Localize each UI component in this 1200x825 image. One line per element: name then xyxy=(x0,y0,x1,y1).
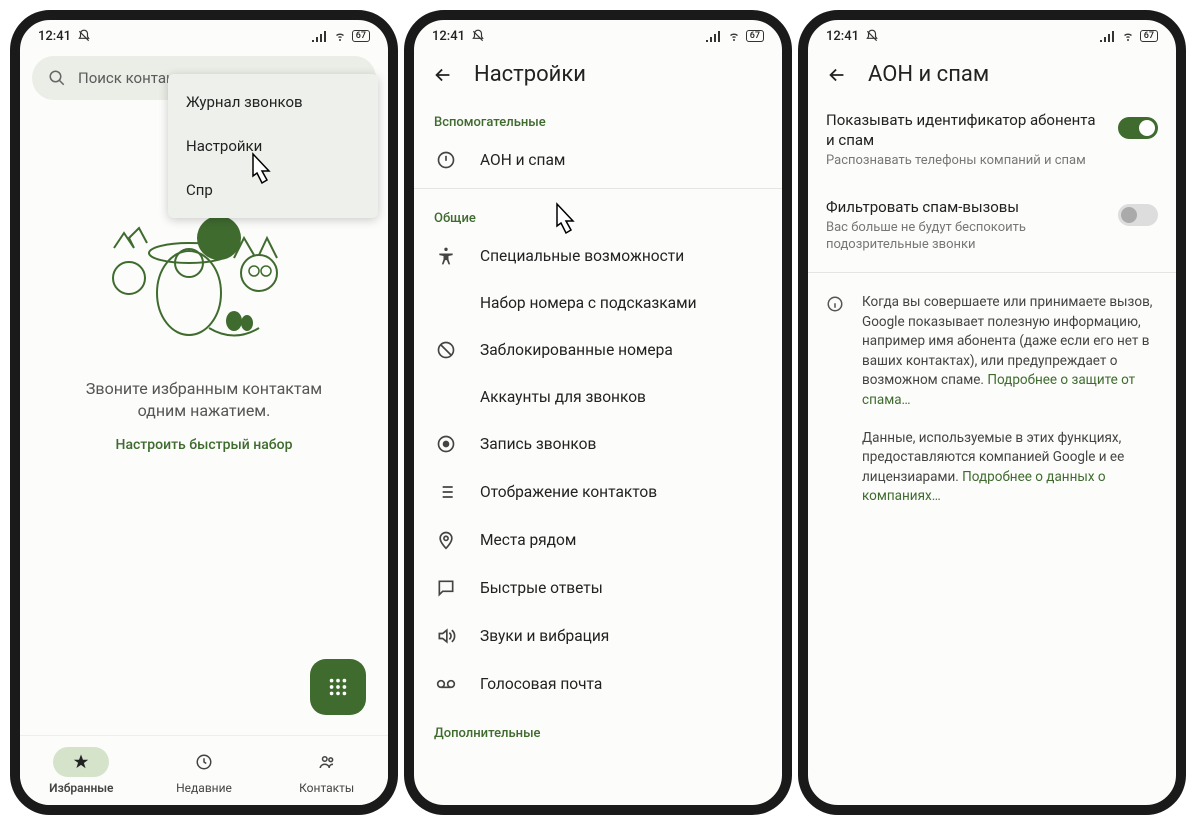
row-calling-accounts[interactable]: Аккаунты для звонков xyxy=(414,374,782,420)
accessibility-icon xyxy=(436,246,456,266)
row-label: АОН и спам xyxy=(480,151,565,169)
row-label: Запись звонков xyxy=(480,435,596,453)
status-time: 12:41 xyxy=(432,29,465,44)
dialpad-icon xyxy=(327,676,349,698)
location-icon xyxy=(436,530,456,550)
toggle-subtitle: Вас больше не будут беспокоить подозрите… xyxy=(826,220,1106,254)
signal-icon xyxy=(706,30,722,42)
setup-speed-dial-link[interactable]: Настроить быстрый набор xyxy=(20,437,388,453)
voicemail-icon xyxy=(435,674,457,694)
row-label: Аккаунты для звонков xyxy=(480,388,646,406)
status-time: 12:41 xyxy=(38,29,71,44)
row-sounds-vibration[interactable]: Звуки и вибрация xyxy=(414,612,782,660)
menu-settings[interactable]: Настройки xyxy=(168,124,378,168)
block-icon xyxy=(436,340,456,360)
star-icon xyxy=(72,753,90,771)
list-icon xyxy=(436,482,456,502)
info-icon xyxy=(826,295,844,313)
row-label: Заблокированные номера xyxy=(480,341,673,359)
phone-settings: 12:41 67 Настройки Вспомогательные АОН и… xyxy=(404,10,792,815)
nav-recent[interactable]: Недавние xyxy=(143,736,266,805)
nav-contacts[interactable]: Контакты xyxy=(265,736,388,805)
phone-favorites: 12:41 67 Поиск контакто Журнал звонков Н… xyxy=(10,10,398,815)
toggle-subtitle: Распознавать телефоны компаний и спам xyxy=(826,153,1106,170)
record-icon xyxy=(436,434,456,454)
nav-label: Избранные xyxy=(49,781,113,795)
row-label: Набор номера с подсказками xyxy=(480,294,697,312)
divider xyxy=(808,272,1176,273)
row-quick-responses[interactable]: Быстрые ответы xyxy=(414,564,782,612)
row-label: Быстрые ответы xyxy=(480,579,603,597)
dialpad-fab[interactable] xyxy=(310,659,366,715)
row-accessibility[interactable]: Специальные возможности xyxy=(414,232,782,280)
status-bar: 12:41 67 xyxy=(808,20,1176,48)
wifi-icon xyxy=(332,30,348,42)
nav-label: Контакты xyxy=(299,781,354,795)
dnd-icon xyxy=(471,29,485,43)
menu-call-log[interactable]: Журнал звонков xyxy=(168,80,378,124)
divider xyxy=(414,188,782,189)
status-bar: 12:41 67 xyxy=(20,20,388,48)
row-label: Звуки и вибрация xyxy=(480,627,609,645)
row-label: Специальные возможности xyxy=(480,247,684,265)
battery-icon: 67 xyxy=(746,30,764,42)
section-assistive: Вспомогательные xyxy=(414,97,782,136)
nav-label: Недавние xyxy=(176,781,232,795)
back-icon[interactable] xyxy=(826,64,848,86)
page-title: Настройки xyxy=(474,62,586,87)
people-icon xyxy=(317,753,337,771)
message-icon xyxy=(436,578,456,598)
toggle-title: Показывать идентификатор абонента и спам xyxy=(826,111,1106,150)
wifi-icon xyxy=(726,30,742,42)
signal-icon xyxy=(312,30,328,42)
page-title: АОН и спам xyxy=(868,62,989,87)
callerid-header: АОН и спам xyxy=(808,48,1176,97)
row-label: Места рядом xyxy=(480,531,576,549)
row-caller-id-spam[interactable]: АОН и спам xyxy=(414,136,782,184)
switch-off[interactable] xyxy=(1118,204,1158,226)
signal-icon xyxy=(1100,30,1116,42)
row-assisted-dialing[interactable]: Набор номера с подсказками xyxy=(414,280,782,326)
clock-icon xyxy=(195,753,213,771)
overflow-menu: Журнал звонков Настройки Спр xyxy=(168,74,378,218)
sound-icon xyxy=(436,626,456,646)
settings-header: Настройки xyxy=(414,48,782,97)
dnd-icon xyxy=(865,29,879,43)
toggle-filter-spam[interactable]: Фильтровать спам-вызовы Вас больше не бу… xyxy=(808,184,1176,268)
toggle-see-caller-id[interactable]: Показывать идентификатор абонента и спам… xyxy=(808,97,1176,184)
status-bar: 12:41 67 xyxy=(414,20,782,48)
row-display-options[interactable]: Отображение контактов xyxy=(414,468,782,516)
empty-state-text: Звоните избранным контактам одним нажати… xyxy=(20,378,388,423)
row-label: Голосовая почта xyxy=(480,675,602,693)
row-call-recording[interactable]: Запись звонков xyxy=(414,420,782,468)
toggle-title: Фильтровать спам-вызовы xyxy=(826,198,1106,218)
battery-icon: 67 xyxy=(352,30,370,42)
battery-icon: 67 xyxy=(1140,30,1158,42)
status-time: 12:41 xyxy=(826,29,859,44)
nav-favorites[interactable]: Избранные xyxy=(20,736,143,805)
bottom-nav: Избранные Недавние Контакты xyxy=(20,735,388,805)
row-blocked-numbers[interactable]: Заблокированные номера xyxy=(414,326,782,374)
row-label: Отображение контактов xyxy=(480,483,657,501)
dnd-icon xyxy=(77,29,91,43)
alert-icon xyxy=(436,150,456,170)
row-nearby-places[interactable]: Места рядом xyxy=(414,516,782,564)
search-icon xyxy=(48,69,66,87)
section-general: Общие xyxy=(414,193,782,232)
section-advanced: Дополнительные xyxy=(414,708,782,747)
row-voicemail[interactable]: Голосовая почта xyxy=(414,660,782,708)
info-block: Когда вы совершаете или принимаете вызов… xyxy=(808,277,1176,523)
back-icon[interactable] xyxy=(432,64,454,86)
switch-on[interactable] xyxy=(1118,117,1158,139)
menu-help[interactable]: Спр xyxy=(168,168,378,212)
wifi-icon xyxy=(1120,30,1136,42)
phone-caller-id-spam: 12:41 67 АОН и спам Показывать идентифик… xyxy=(798,10,1186,815)
